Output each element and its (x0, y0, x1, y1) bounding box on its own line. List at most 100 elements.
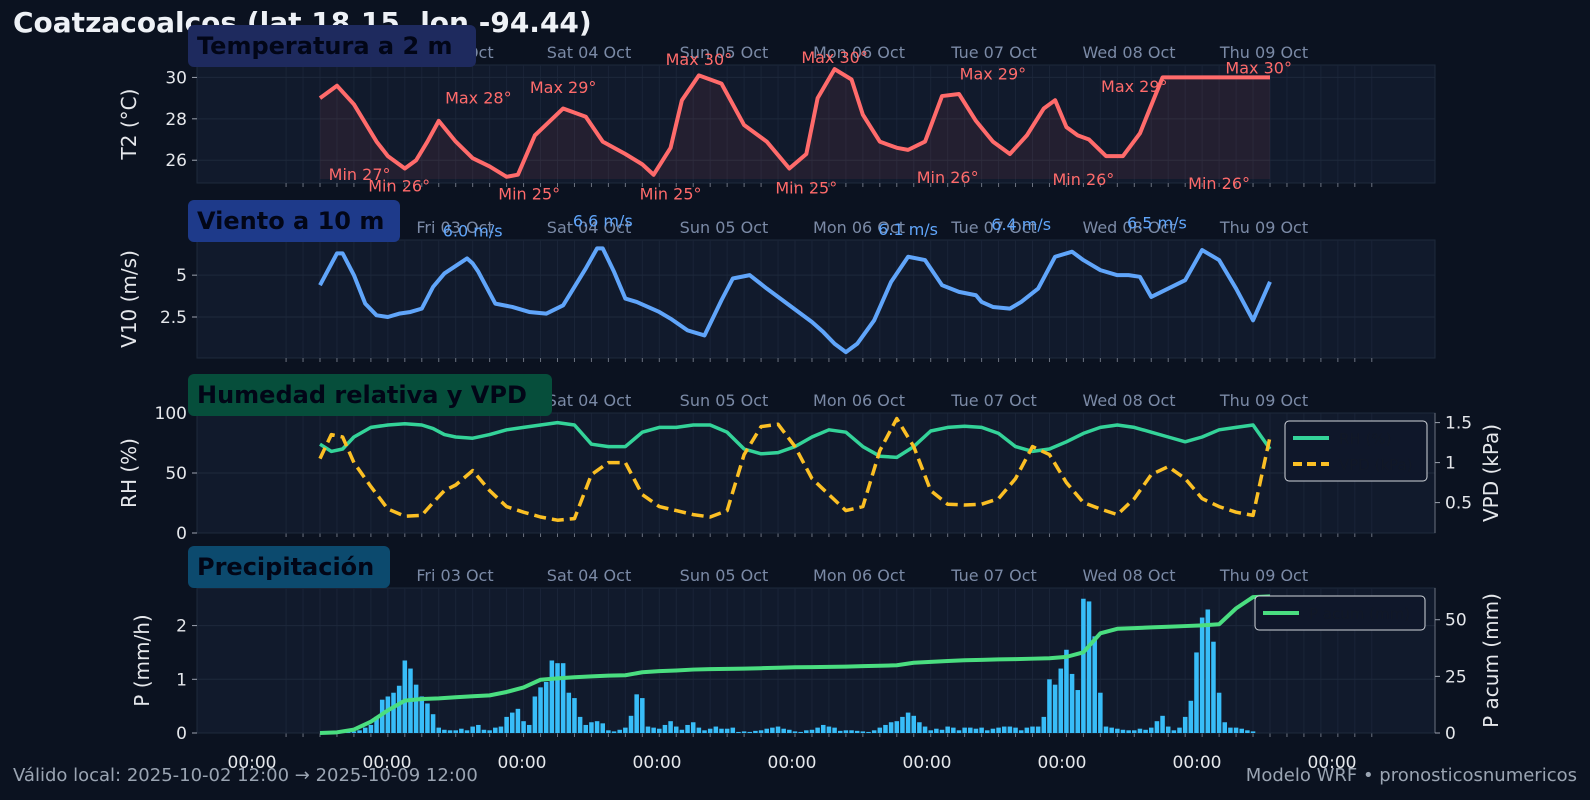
precip-bar (1030, 726, 1035, 733)
precip-bar (928, 730, 933, 733)
precip-bar (1222, 722, 1228, 733)
y-tick-label: 50 (165, 464, 187, 484)
min-annotation: Min 26° (1188, 174, 1250, 193)
precip-bar (594, 721, 600, 733)
precip-bar (589, 722, 594, 733)
precip-bar (1047, 679, 1052, 733)
y-tick-label: 1 (176, 670, 187, 690)
y-tick-label: 0 (176, 724, 187, 744)
precip-bar (634, 694, 639, 733)
precip-bar (894, 721, 900, 733)
panel-temperature: 262830T2 (°C)Fri 03 OctSat 04 OctSun 05 … (117, 25, 1436, 204)
precip-bar (690, 722, 696, 733)
precip-bar (849, 730, 854, 733)
y-axis-label: V10 (m/s) (117, 250, 141, 348)
precip-bar (1199, 617, 1205, 733)
max-annotation: 6.4 m/s (991, 215, 1051, 234)
date-label: Tue 07 Oct (950, 391, 1037, 410)
date-label: Sat 04 Oct (547, 566, 631, 585)
x-tick-label: 00:00 (498, 753, 547, 773)
precip-bar (956, 730, 962, 733)
date-label: Wed 08 Oct (1082, 566, 1175, 585)
y-tick-label: 100 (155, 404, 187, 424)
min-annotation: Min 26° (917, 168, 979, 187)
precip-bar (498, 726, 504, 733)
precip-bar (866, 731, 871, 733)
precip-bar (900, 716, 905, 733)
y-axis-label: P (mm/h) (130, 614, 154, 706)
precip-bar (385, 696, 391, 733)
precip-bar (668, 721, 673, 733)
y2-tick-label: 1.5 (1445, 414, 1472, 434)
precip-bar (809, 729, 815, 733)
date-label: Mon 06 Oct (813, 566, 905, 585)
precip-bar (798, 731, 803, 733)
precip-bar (1069, 673, 1075, 733)
precip-bar (1041, 716, 1047, 733)
min-annotation: Min 26° (368, 176, 430, 195)
precip-bar (476, 724, 481, 733)
precip-bar (1024, 727, 1030, 733)
precip-bar (447, 730, 453, 733)
precip-bar (1001, 726, 1007, 733)
precip-bar (922, 726, 928, 733)
precip-bar (854, 730, 860, 733)
precip-bar (1137, 728, 1143, 733)
precip-bar (549, 660, 555, 733)
precip-bar (1245, 730, 1250, 733)
max-annotation: Max 28° (445, 88, 512, 107)
precip-bar (600, 723, 605, 733)
panel-badge: Viento a 10 m (188, 200, 400, 242)
precip-bar (1211, 641, 1216, 733)
precip-bar (1216, 692, 1222, 733)
precip-bar (640, 698, 645, 733)
precip-bar (747, 731, 753, 733)
precip-bar (1109, 727, 1114, 733)
precip-bar (979, 727, 984, 733)
precip-bar (1120, 729, 1126, 733)
precip-bar (1239, 728, 1244, 733)
y2-tick-label: 0.5 (1445, 494, 1472, 514)
precip-bar (673, 726, 679, 733)
max-annotation: Max 29° (1101, 77, 1168, 96)
precip-bar (736, 731, 741, 733)
precip-bar (985, 730, 990, 733)
precip-bar (1035, 726, 1041, 733)
precip-bar (724, 728, 730, 733)
max-annotation: 6.1 m/s (878, 220, 938, 239)
precip-bar (606, 730, 611, 733)
precip-bar (951, 727, 956, 733)
panel-badge: Temperatura a 2 m (188, 25, 476, 67)
precip-bar (1148, 727, 1154, 733)
precip-bar (934, 728, 939, 733)
precip-bar (1075, 690, 1080, 733)
precip-bar (1143, 729, 1148, 733)
precip-bar (436, 727, 442, 733)
precip-bar (425, 703, 430, 733)
panel-precipitation: 0 1 2 P (mm/h) Fri 03 Oct Sat 04 Oct Sun 05 Oc… (130, 546, 1503, 773)
precip-bar (826, 726, 832, 733)
max-annotation: Max 29° (530, 78, 597, 97)
legend: P acum (mm) (1254, 595, 1426, 631)
precip-bar (1233, 727, 1239, 733)
date-label: Sat 04 Oct (547, 391, 631, 410)
precip-bar (911, 715, 917, 733)
precip-bar (1081, 598, 1086, 733)
precip-bar (877, 727, 883, 733)
precip-bar (543, 681, 549, 733)
precip-bar (521, 721, 526, 733)
precip-bar (1086, 601, 1092, 733)
precip-bar (758, 730, 764, 733)
precip-bar (470, 726, 475, 733)
precip-bar (713, 726, 719, 733)
x-tick-label: 00:00 (633, 753, 682, 773)
date-label: Wed 08 Oct (1082, 391, 1175, 410)
x-tick-label: 00:00 (1173, 753, 1222, 773)
precip-bar (996, 727, 1001, 733)
panel-wind: 2.55V10 (m/s)Fri 03 Oct Sat 04 Oct Sun 05 … (117, 200, 1436, 362)
precip-bar (990, 728, 996, 733)
max-annotation: Max 30° (801, 48, 868, 67)
model-credit-label: Modelo WRF • pronosticosnumericos (1245, 765, 1577, 786)
precip-bar (832, 727, 837, 733)
max-annotation: Max 29° (960, 64, 1027, 83)
